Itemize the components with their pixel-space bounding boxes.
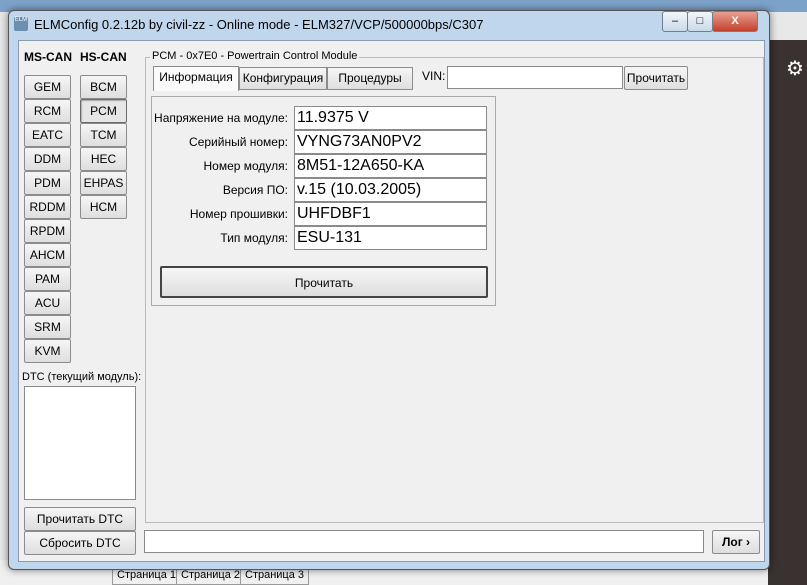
- module-button-rpdm[interactable]: RPDM: [24, 219, 71, 243]
- module-button-ahcm[interactable]: AHCM: [24, 243, 71, 267]
- info-row-value[interactable]: VYNG73AN0PV2: [294, 130, 487, 154]
- info-row-value[interactable]: 8M51-12A650-KA: [294, 154, 487, 178]
- vin-read-button[interactable]: Прочитать: [624, 66, 688, 90]
- window-title: ELMConfig 0.2.12b by civil-zz - Online m…: [34, 17, 484, 32]
- module-button-pam[interactable]: PAM: [24, 267, 71, 291]
- hs-can-label: HS-CAN: [80, 50, 127, 64]
- module-button-tcm[interactable]: TCM: [80, 123, 127, 147]
- app-icon: ELM: [14, 17, 28, 31]
- module-button-gem[interactable]: GEM: [24, 75, 71, 99]
- info-row-label: Тип модуля:: [220, 231, 288, 245]
- clear-dtc-button[interactable]: Сбросить DTC: [24, 531, 136, 555]
- info-row-value[interactable]: UHFDBF1: [294, 202, 487, 226]
- info-row-label: Серийный номер:: [189, 135, 288, 149]
- gear-icon: ⚙: [786, 58, 804, 80]
- module-button-hcm[interactable]: HCM: [80, 195, 127, 219]
- log-button[interactable]: Лог ›: [712, 530, 760, 554]
- module-button-srm[interactable]: SRM: [24, 315, 71, 339]
- module-button-kvm[interactable]: KVM: [24, 339, 71, 363]
- module-button-acu[interactable]: ACU: [24, 291, 71, 315]
- minimize-button[interactable]: –: [662, 11, 688, 32]
- dtc-list[interactable]: [24, 386, 136, 500]
- info-row-label: Номер прошивки:: [189, 207, 288, 221]
- module-button-rcm[interactable]: RCM: [24, 99, 71, 123]
- module-button-hec[interactable]: HEC: [80, 147, 127, 171]
- module-button-pdm[interactable]: PDM: [24, 171, 71, 195]
- module-button-pcm[interactable]: PCM: [80, 99, 127, 123]
- module-button-rddm[interactable]: RDDM: [24, 195, 71, 219]
- log-input[interactable]: [144, 530, 704, 553]
- dtc-label: DTC (текущий модуль):: [22, 371, 142, 383]
- vin-label: VIN:: [422, 69, 446, 83]
- info-row-value[interactable]: 11.9375 V: [294, 106, 487, 130]
- vin-input[interactable]: [447, 66, 623, 89]
- read-dtc-button[interactable]: Прочитать DTC: [24, 507, 136, 531]
- module-button-ddm[interactable]: DDM: [24, 147, 71, 171]
- ms-can-label: MS-CAN: [24, 50, 72, 64]
- tab-procedures[interactable]: Процедуры: [327, 67, 413, 90]
- background-window: [768, 40, 807, 585]
- close-button[interactable]: X: [712, 11, 758, 32]
- read-info-button[interactable]: Прочитать: [160, 266, 488, 298]
- info-row-value[interactable]: ESU-131: [294, 226, 487, 250]
- info-row-label: Версия ПО:: [222, 183, 288, 197]
- tab-configuration[interactable]: Конфигурация: [239, 67, 327, 90]
- maximize-button[interactable]: □: [687, 11, 713, 32]
- info-row-label: Номер модуля:: [203, 159, 288, 173]
- module-legend: PCM - 0x7E0 - Powertrain Control Module: [150, 50, 360, 62]
- info-row-value[interactable]: v.15 (10.03.2005): [294, 178, 487, 202]
- module-button-eatc[interactable]: EATC: [24, 123, 71, 147]
- tab-info[interactable]: Информация: [153, 66, 239, 91]
- info-row-label: Напряжение на модуле:: [154, 111, 288, 125]
- module-button-ehpas[interactable]: EHPAS: [80, 171, 127, 195]
- module-button-bcm[interactable]: BCM: [80, 75, 127, 99]
